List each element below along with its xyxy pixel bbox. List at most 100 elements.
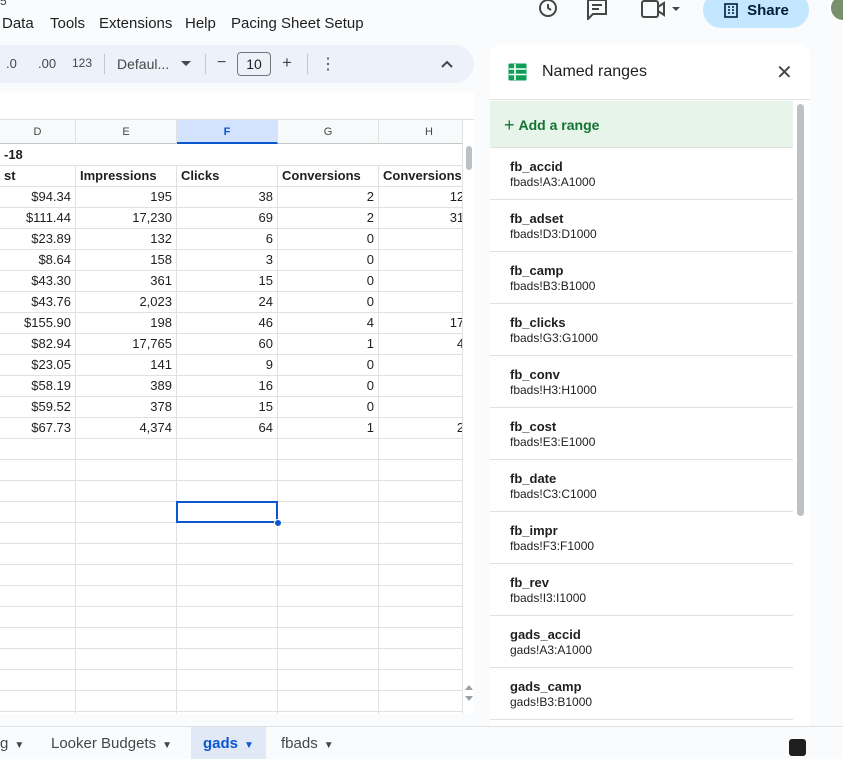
font-size-decrease-button[interactable]: − bbox=[217, 54, 226, 72]
table-cell[interactable]: 198 bbox=[76, 313, 177, 334]
empty-cell[interactable] bbox=[76, 481, 177, 502]
table-cell[interactable]: $23.89 bbox=[0, 229, 76, 250]
table-cell[interactable]: $111.44 bbox=[0, 208, 76, 229]
empty-cell[interactable] bbox=[0, 691, 76, 712]
share-button[interactable]: Share bbox=[703, 0, 809, 28]
table-cell[interactable]: 0. bbox=[379, 355, 462, 376]
empty-cell[interactable] bbox=[177, 691, 278, 712]
empty-cell[interactable] bbox=[0, 586, 76, 607]
sheet-tab-gads[interactable]: gads ▼ bbox=[191, 727, 266, 759]
empty-cell[interactable] bbox=[76, 712, 177, 714]
empty-cell[interactable] bbox=[379, 586, 462, 607]
table-cell[interactable]: $59.52 bbox=[0, 397, 76, 418]
empty-cell[interactable] bbox=[278, 565, 379, 586]
table-cell[interactable]: 38 bbox=[177, 187, 278, 208]
table-cell[interactable]: $155.90 bbox=[0, 313, 76, 334]
table-cell[interactable]: 1 bbox=[278, 418, 379, 439]
empty-cell[interactable] bbox=[379, 481, 462, 502]
table-cell[interactable]: 378 bbox=[76, 397, 177, 418]
empty-cell[interactable] bbox=[0, 607, 76, 628]
empty-cell[interactable] bbox=[177, 565, 278, 586]
version-history-icon[interactable] bbox=[536, 0, 560, 20]
grid-scroll-thumb[interactable] bbox=[466, 146, 472, 170]
empty-cell[interactable] bbox=[76, 460, 177, 481]
avatar[interactable] bbox=[829, 0, 843, 22]
font-select[interactable]: Defaul... bbox=[117, 56, 169, 72]
empty-cell[interactable] bbox=[76, 607, 177, 628]
sheet-tab-g[interactable]: g ▼ bbox=[0, 735, 24, 752]
empty-cell[interactable] bbox=[278, 649, 379, 670]
empty-cell[interactable] bbox=[76, 502, 177, 523]
empty-cell[interactable] bbox=[177, 670, 278, 691]
table-cell[interactable]: 0 bbox=[278, 376, 379, 397]
empty-cell[interactable] bbox=[379, 670, 462, 691]
empty-cell[interactable] bbox=[379, 712, 462, 714]
header-cell[interactable]: st bbox=[0, 166, 76, 187]
empty-cell[interactable] bbox=[177, 523, 278, 544]
column-header-d[interactable]: D bbox=[0, 120, 76, 144]
table-cell[interactable]: 141 bbox=[76, 355, 177, 376]
empty-cell[interactable] bbox=[379, 523, 462, 544]
empty-cell[interactable] bbox=[278, 691, 379, 712]
table-cell[interactable]: 0. bbox=[379, 271, 462, 292]
spreadsheet-grid[interactable]: D E F G H -18 st Impressions Clicks Conversi… bbox=[0, 120, 462, 714]
font-size-input[interactable]: 10 bbox=[237, 52, 271, 76]
named-range-item[interactable]: fb_conv fbads!H3:H1000 bbox=[490, 356, 793, 408]
empty-cell[interactable] bbox=[379, 502, 462, 523]
empty-cell[interactable] bbox=[278, 502, 379, 523]
empty-cell[interactable] bbox=[76, 565, 177, 586]
table-cell[interactable]: 361 bbox=[76, 271, 177, 292]
named-range-item[interactable]: fb_cost fbads!E3:E1000 bbox=[490, 408, 793, 460]
scroll-up-arrow-icon[interactable] bbox=[465, 684, 473, 690]
empty-cell[interactable] bbox=[379, 691, 462, 712]
sheet-tab-looker-budgets[interactable]: Looker Budgets ▼ bbox=[51, 735, 172, 752]
empty-cell[interactable] bbox=[379, 565, 462, 586]
empty-cell[interactable] bbox=[278, 628, 379, 649]
table-cell[interactable]: 0. bbox=[379, 397, 462, 418]
empty-cell[interactable] bbox=[177, 628, 278, 649]
table-cell[interactable]: 24 bbox=[177, 292, 278, 313]
sheet-tab-fbads[interactable]: fbads ▼ bbox=[281, 735, 334, 752]
table-cell[interactable]: 16 bbox=[177, 376, 278, 397]
menu-data[interactable]: Data bbox=[2, 15, 34, 32]
empty-cell[interactable] bbox=[177, 460, 278, 481]
table-cell[interactable]: 0 bbox=[278, 355, 379, 376]
table-cell[interactable]: $43.76 bbox=[0, 292, 76, 313]
empty-cell[interactable] bbox=[76, 628, 177, 649]
named-range-item[interactable]: fb_impr fbads!F3:F1000 bbox=[490, 512, 793, 564]
named-range-item[interactable]: gads_accid gads!A3:A1000 bbox=[490, 616, 793, 668]
empty-cell[interactable] bbox=[0, 670, 76, 691]
named-range-item[interactable]: fb_accid fbads!A3:A1000 bbox=[490, 148, 793, 200]
named-range-item[interactable]: fb_clicks fbads!G3:G1000 bbox=[490, 304, 793, 356]
menu-tools[interactable]: Tools bbox=[50, 15, 85, 32]
explore-icon[interactable] bbox=[789, 739, 806, 756]
table-cell[interactable]: 129. bbox=[379, 187, 462, 208]
meet-icon[interactable] bbox=[640, 0, 684, 20]
empty-cell[interactable] bbox=[177, 544, 278, 565]
table-cell[interactable]: 15 bbox=[177, 271, 278, 292]
table-cell[interactable]: 0. bbox=[379, 376, 462, 397]
table-cell[interactable]: 0 bbox=[278, 229, 379, 250]
empty-cell[interactable] bbox=[0, 481, 76, 502]
empty-cell[interactable] bbox=[278, 586, 379, 607]
table-cell[interactable]: 24. bbox=[379, 418, 462, 439]
number-format-button[interactable]: 123 bbox=[72, 56, 92, 70]
empty-cell[interactable] bbox=[0, 439, 76, 460]
font-size-increase-button[interactable]: + bbox=[282, 53, 292, 73]
table-cell[interactable]: 0 bbox=[278, 397, 379, 418]
empty-cell[interactable] bbox=[177, 586, 278, 607]
table-cell[interactable]: 132 bbox=[76, 229, 177, 250]
table-cell[interactable]: 46 bbox=[177, 313, 278, 334]
empty-cell[interactable] bbox=[0, 502, 76, 523]
selected-cell[interactable] bbox=[176, 501, 278, 523]
header-cell[interactable]: Clicks bbox=[177, 166, 278, 187]
table-cell[interactable]: 17,230 bbox=[76, 208, 177, 229]
empty-cell[interactable] bbox=[0, 565, 76, 586]
empty-cell[interactable] bbox=[76, 544, 177, 565]
header-cell[interactable]: Conversions bbox=[278, 166, 379, 187]
table-cell[interactable]: $58.19 bbox=[0, 376, 76, 397]
comments-icon[interactable] bbox=[585, 0, 609, 20]
header-cell[interactable]: Impressions bbox=[76, 166, 177, 187]
empty-cell[interactable] bbox=[278, 460, 379, 481]
named-range-item[interactable]: fb_adset fbads!D3:D1000 bbox=[490, 200, 793, 252]
